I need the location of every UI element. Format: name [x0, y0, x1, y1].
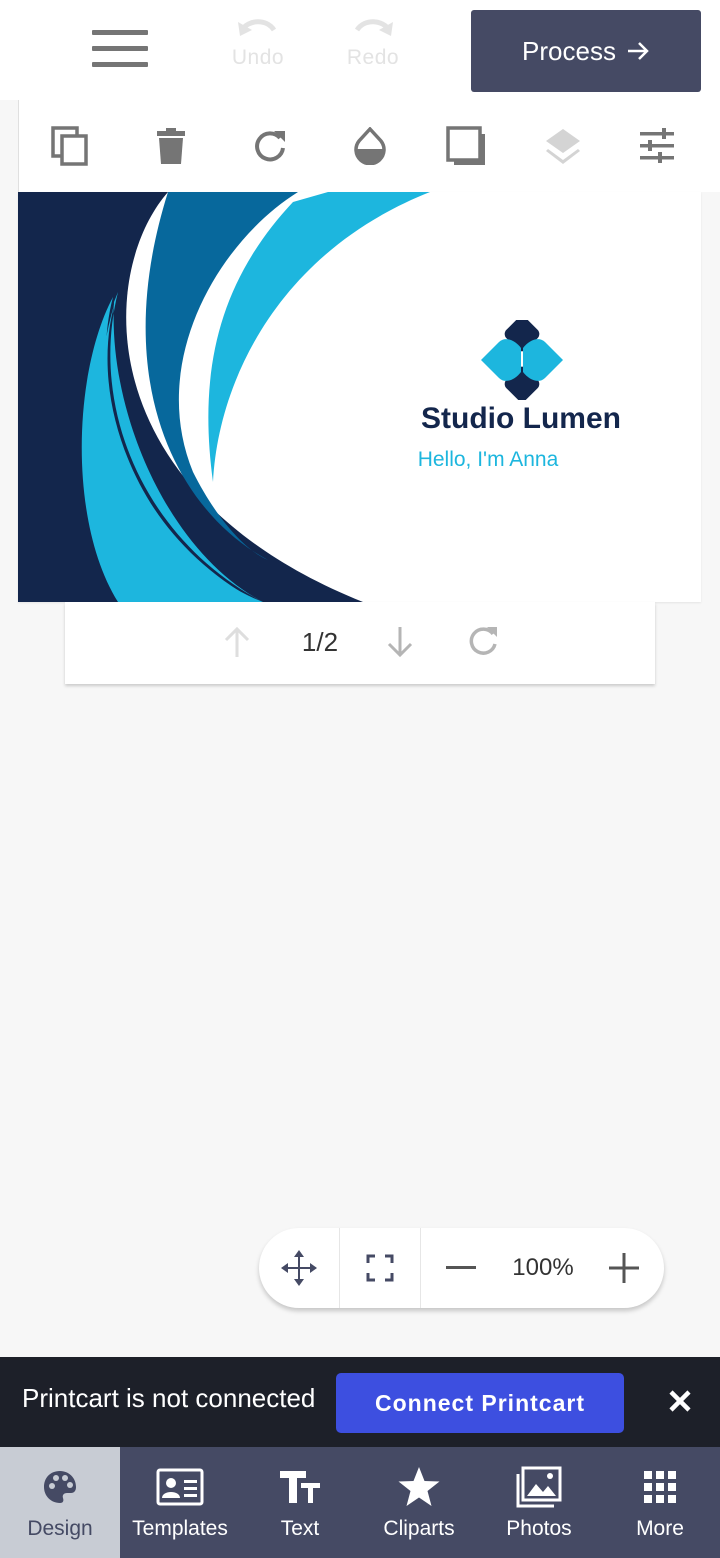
zoom-out-button[interactable] [421, 1228, 501, 1308]
minus-icon [446, 1266, 476, 1269]
redo-icon [354, 19, 393, 36]
arrow-down-icon [387, 627, 413, 658]
opacity-icon [354, 127, 386, 165]
top-header: Undo Redo Process [0, 0, 720, 100]
star-icon [398, 1467, 440, 1506]
nav-label: Design [27, 1517, 93, 1540]
arrow-right-icon [627, 42, 649, 60]
move-button[interactable] [259, 1228, 339, 1308]
move-arrows-icon [281, 1250, 317, 1286]
opacity-button[interactable] [346, 122, 394, 170]
nav-text[interactable]: Text [240, 1447, 360, 1558]
nav-label: Text [280, 1517, 320, 1540]
id-card-icon [156, 1468, 204, 1506]
layers-icon [546, 129, 580, 164]
undo-label: Undo [231, 46, 285, 69]
shadow-button[interactable] [442, 122, 490, 170]
menu-button[interactable] [88, 26, 152, 74]
page-navigator: 1/2 [65, 602, 655, 684]
printcart-notification: Printcart is not connected Connect Print… [0, 1357, 720, 1447]
shadow-icon [446, 126, 485, 165]
page-up-button[interactable] [215, 622, 259, 662]
zoom-control: 100% [259, 1228, 664, 1308]
hamburger-line [92, 62, 148, 67]
page-refresh-button[interactable] [461, 622, 505, 662]
nav-label: More [636, 1517, 684, 1540]
zoom-in-button[interactable] [585, 1228, 663, 1308]
process-label: Process [522, 35, 616, 66]
adjust-icon [640, 128, 674, 163]
copy-icon [51, 126, 88, 166]
page-indicator: 1/2 [301, 626, 339, 657]
rotate-icon [255, 131, 285, 162]
delete-icon [157, 128, 185, 164]
element-toolbar [18, 100, 720, 192]
copy-button[interactable] [46, 122, 94, 170]
connect-printcart-button[interactable]: Connect Printcart [336, 1373, 624, 1433]
brand-logo-icon [481, 320, 563, 400]
hamburger-line [92, 46, 148, 51]
nav-templates[interactable]: Templates [120, 1447, 240, 1558]
design-canvas[interactable]: Studio Lumen Hello, I'm Anna [18, 192, 701, 602]
zoom-level: 100% [512, 1254, 574, 1281]
nav-photos[interactable]: Photos [479, 1447, 599, 1558]
nav-cliparts[interactable]: Cliparts [359, 1447, 479, 1558]
adjust-button[interactable] [633, 122, 681, 170]
nav-label: Templates [132, 1517, 228, 1540]
text-icon [280, 1471, 320, 1503]
page-down-button[interactable] [378, 622, 422, 662]
undo-icon [238, 19, 277, 36]
plus-icon [609, 1253, 639, 1283]
undo-button[interactable]: Undo [218, 16, 298, 88]
arrow-up-icon [224, 626, 250, 657]
nav-design[interactable]: Design [0, 1447, 120, 1558]
layers-button[interactable] [539, 122, 587, 170]
close-icon [669, 1390, 691, 1412]
redo-label: Redo [346, 46, 400, 69]
nav-label: Cliparts [383, 1517, 455, 1540]
bottom-navigation: Design Templates Text Cliparts Photos Mo… [0, 1447, 720, 1558]
refresh-icon [469, 627, 497, 655]
palette-icon [44, 1471, 76, 1503]
close-notification-button[interactable] [660, 1377, 700, 1425]
delete-button[interactable] [147, 122, 195, 170]
grid-icon [644, 1471, 676, 1503]
card-background-graphic [18, 192, 430, 602]
tagline-text[interactable]: Hello, I'm Anna [398, 448, 578, 472]
nav-label: Photos [506, 1517, 572, 1540]
nav-more[interactable]: More [600, 1447, 720, 1558]
photo-icon [516, 1466, 562, 1508]
fullscreen-icon [366, 1254, 394, 1282]
rotate-button[interactable] [246, 122, 294, 170]
redo-button[interactable]: Redo [333, 16, 413, 88]
notification-message: Printcart is not connected [22, 1383, 316, 1413]
fit-screen-button[interactable] [340, 1228, 420, 1308]
hamburger-menu-icon [92, 30, 148, 35]
process-button[interactable]: Process [471, 10, 701, 92]
company-name-text[interactable]: Studio Lumen [396, 402, 646, 436]
